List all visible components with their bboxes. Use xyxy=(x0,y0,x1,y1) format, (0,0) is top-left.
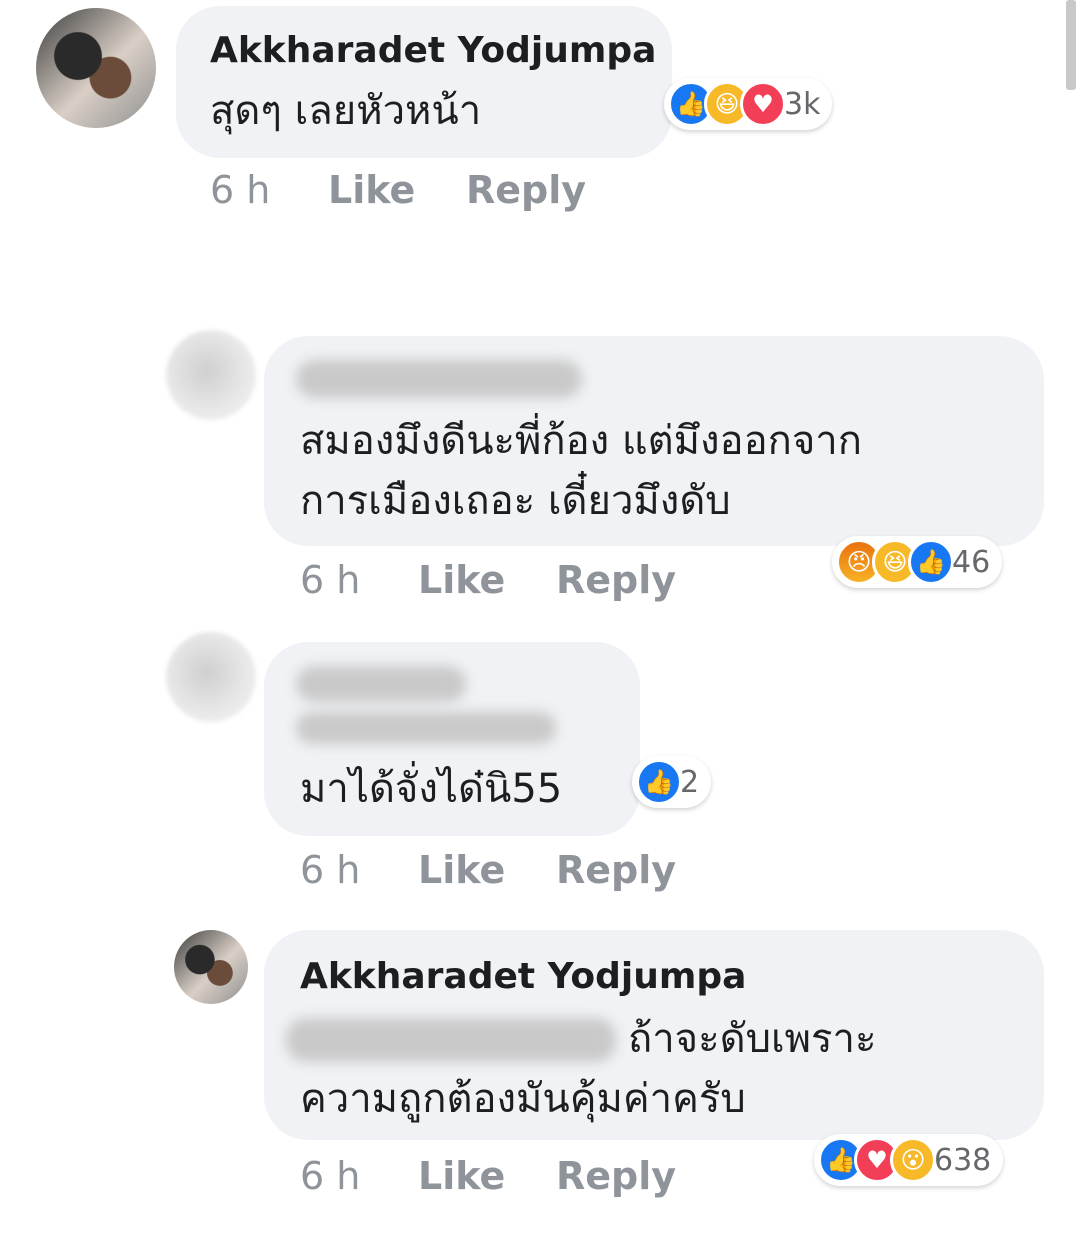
reaction-summary[interactable]: 👍 2 xyxy=(632,756,712,808)
like-link[interactable]: Like xyxy=(418,848,505,892)
reply-link[interactable]: Reply xyxy=(556,848,676,892)
love-icon: ♥ xyxy=(740,81,786,127)
reaction-count: 46 xyxy=(952,544,991,580)
reaction-summary[interactable]: 😠 😆 👍 46 xyxy=(832,536,1003,588)
reaction-count: 3k xyxy=(784,86,821,122)
comment-text-line-1: ถ้าจะดับเพราะ xyxy=(628,1016,877,1062)
reaction-count: 2 xyxy=(680,764,700,800)
blurred-mention xyxy=(286,1018,616,1062)
avatar[interactable] xyxy=(166,632,256,722)
timestamp[interactable]: 6 h xyxy=(210,168,270,212)
blurred-name xyxy=(296,360,582,398)
like-icon: 👍 xyxy=(636,759,682,805)
reaction-summary[interactable]: 👍 😆 ♥ 3k xyxy=(664,78,833,130)
timestamp[interactable]: 6 h xyxy=(300,558,360,602)
scrollbar[interactable] xyxy=(1066,0,1076,90)
comment-text: มาได้จั่งได๋นิ55 xyxy=(300,766,563,812)
timestamp[interactable]: 6 h xyxy=(300,1154,360,1198)
reaction-summary[interactable]: 👍 ♥ 😮 638 xyxy=(814,1134,1004,1186)
like-link[interactable]: Like xyxy=(418,1154,505,1198)
like-link[interactable]: Like xyxy=(328,168,415,212)
commenter-name[interactable]: Akkharadet Yodjumpa xyxy=(300,956,746,997)
avatar[interactable] xyxy=(174,930,248,1004)
comment-text-line-1: สมองมึงดีนะพี่ก้อง แต่มึงออกจาก xyxy=(300,418,862,464)
like-link[interactable]: Like xyxy=(418,558,505,602)
reply-link[interactable]: Reply xyxy=(556,558,676,602)
comment-text-line-2: การเมืองเถอะ เดี๋ยวมึงดับ xyxy=(300,478,731,524)
avatar[interactable] xyxy=(166,330,256,420)
reply-link[interactable]: Reply xyxy=(466,168,586,212)
like-icon: 👍 xyxy=(908,539,954,585)
blurred-text xyxy=(296,712,556,744)
comment-text-line-2: ความถูกต้องมันคุ้มค่าครับ xyxy=(300,1076,746,1122)
avatar[interactable] xyxy=(36,8,156,128)
blurred-name xyxy=(296,666,466,702)
reaction-count: 638 xyxy=(934,1142,992,1178)
reply-link[interactable]: Reply xyxy=(556,1154,676,1198)
commenter-name[interactable]: Akkharadet Yodjumpa xyxy=(210,30,656,71)
wow-icon: 😮 xyxy=(890,1137,936,1183)
comment-text: สุดๆ เลยหัวหน้า xyxy=(210,88,482,134)
timestamp[interactable]: 6 h xyxy=(300,848,360,892)
